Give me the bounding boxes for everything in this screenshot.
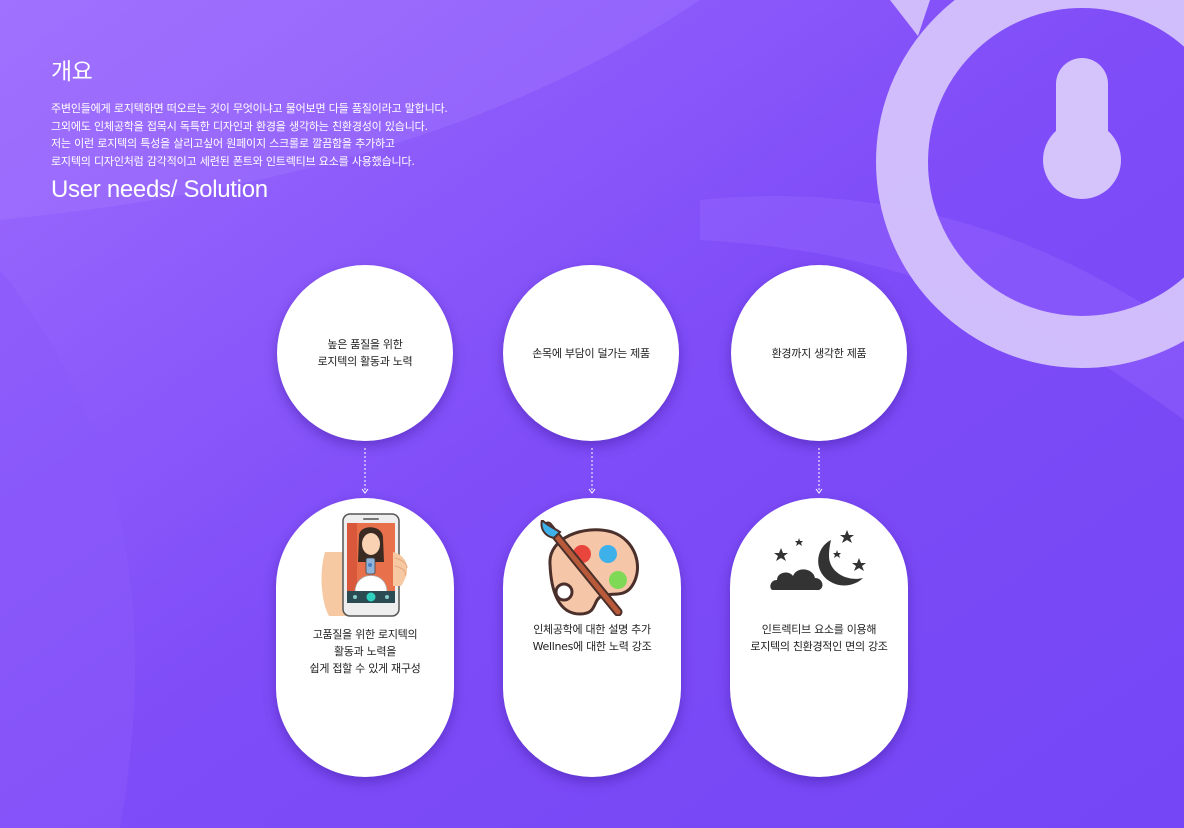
need-circle-wrist: 손목에 부담이 덜가는 제품 xyxy=(503,265,679,441)
overview-section: 개요 주변인들에게 로지텍하면 떠오르는 것이 무엇이냐고 물어보면 다들 품질… xyxy=(51,52,448,170)
overview-line: 주변인들에게 로지텍하면 떠오르는 것이 무엇이냐고 물어보면 다들 품질이라고… xyxy=(51,102,448,115)
need-text: 손목에 부담이 덜가는 제품 xyxy=(532,346,650,360)
need-text: 높은 품질을 위한 로지텍의 활동과 노력 xyxy=(317,338,413,368)
overview-title: 개요 xyxy=(51,59,93,85)
overview-description: 주변인들에게 로지텍하면 떠오르는 것이 무엇이냐고 물어보면 다들 품질이라고… xyxy=(51,100,448,170)
solution-text: 인체공학에 대한 설명 추가 Wellnes에 대한 노력 강조 xyxy=(532,623,652,653)
solution-card-ergonomics: 인체공학에 대한 설명 추가 Wellnes에 대한 노력 강조 xyxy=(503,498,681,777)
user-needs-title: User needs/ Solution xyxy=(51,176,268,203)
night-moon-cloud-icon xyxy=(730,528,908,594)
need-circle-quality: 높은 품질을 위한 로지텍의 활동과 노력 xyxy=(277,265,453,441)
arrow-down-icon xyxy=(361,448,369,494)
need-circle-environment: 환경까지 생각한 제품 xyxy=(731,265,907,441)
overview-line: 그외에도 인체공학을 접목시 독특한 디자인과 환경을 생각하는 친환경성이 있… xyxy=(51,119,428,133)
overview-line: 저는 이런 로지텍의 특성을 살리고싶어 원페이지 스크롤로 깔끔함을 추가하고 xyxy=(51,137,395,150)
arrow-down-icon xyxy=(588,448,596,494)
overview-line: 로지텍의 디자인처럼 감각적이고 세련된 폰트와 인트렉티브 요소를 사용했습니… xyxy=(51,154,415,168)
solution-card-interactive: 인트렉티브 요소를 이용해 로지텍의 친환경적인 면의 강조 xyxy=(730,498,908,777)
arrow-down-icon xyxy=(815,448,823,494)
paint-palette-icon xyxy=(503,520,681,616)
solution-card-quality: 고품질을 위한 로지텍의 활동과 노력을 쉽게 접할 수 있게 재구성 xyxy=(276,498,454,777)
need-text: 환경까지 생각한 제품 xyxy=(771,346,867,360)
selfie-phone-icon xyxy=(276,512,454,618)
solution-text: 고품질을 위한 로지텍의 활동과 노력을 쉽게 접할 수 있게 재구성 xyxy=(309,628,421,675)
solution-text: 인트렉티브 요소를 이용해 로지텍의 친환경적인 면의 강조 xyxy=(750,623,888,653)
